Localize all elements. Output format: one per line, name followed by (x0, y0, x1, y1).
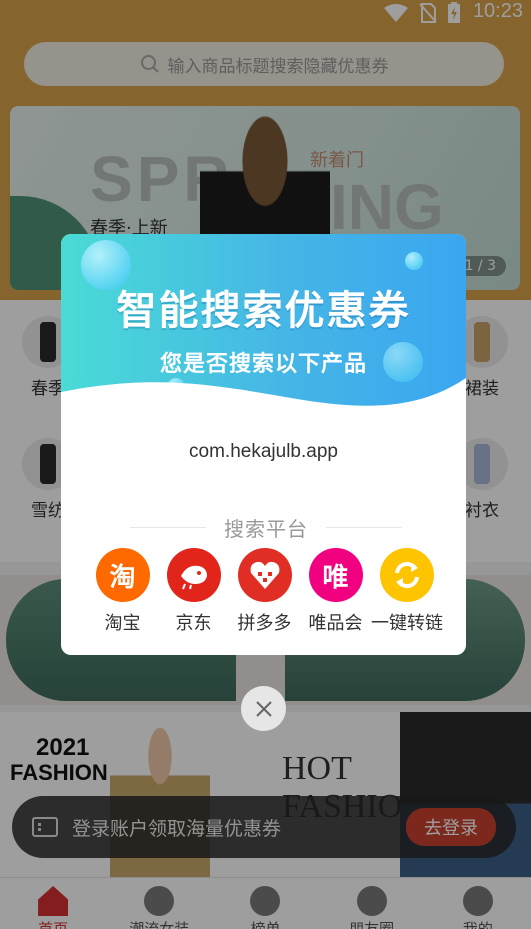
platform-convert-link[interactable]: 一键转链 (371, 548, 443, 635)
platform-label: 一键转链 (371, 613, 443, 634)
platform-pinduoduo[interactable]: 拼多多 (229, 548, 300, 635)
bubble-decoration (405, 252, 423, 270)
dialog-title: 智能搜索优惠券 (116, 288, 411, 334)
package-name: com.hekajulb.app (189, 441, 338, 462)
wave-decoration (61, 378, 466, 424)
dialog-header: 智能搜索优惠券 您是否搜索以下产品 (61, 234, 466, 424)
platform-list: 淘 淘宝 京东 拼多多 唯 唯品会 一键转链 (87, 548, 443, 635)
pinduoduo-icon (237, 548, 292, 602)
platform-label: 唯品会 (308, 613, 363, 634)
section-divider: 搜索平台 (61, 513, 466, 542)
convert-link-icon (380, 548, 434, 602)
platform-vipshop[interactable]: 唯 唯品会 (300, 548, 371, 635)
smart-search-dialog: 智能搜索优惠券 您是否搜索以下产品 com.hekajulb.app 搜索平台 … (61, 234, 466, 655)
platform-label: 拼多多 (237, 613, 292, 634)
section-title: 搜索平台 (224, 517, 308, 541)
divider-line (326, 527, 402, 528)
jd-icon (166, 548, 221, 602)
taobao-icon: 淘 (95, 548, 150, 602)
platform-taobao[interactable]: 淘 淘宝 (87, 548, 158, 635)
divider-line (130, 527, 206, 528)
close-icon (255, 700, 272, 717)
platform-label: 京东 (175, 613, 212, 634)
platform-label: 淘宝 (104, 613, 141, 634)
platform-jd[interactable]: 京东 (158, 548, 229, 635)
vipshop-icon: 唯 (308, 548, 363, 602)
dialog-close-button[interactable] (241, 686, 286, 731)
